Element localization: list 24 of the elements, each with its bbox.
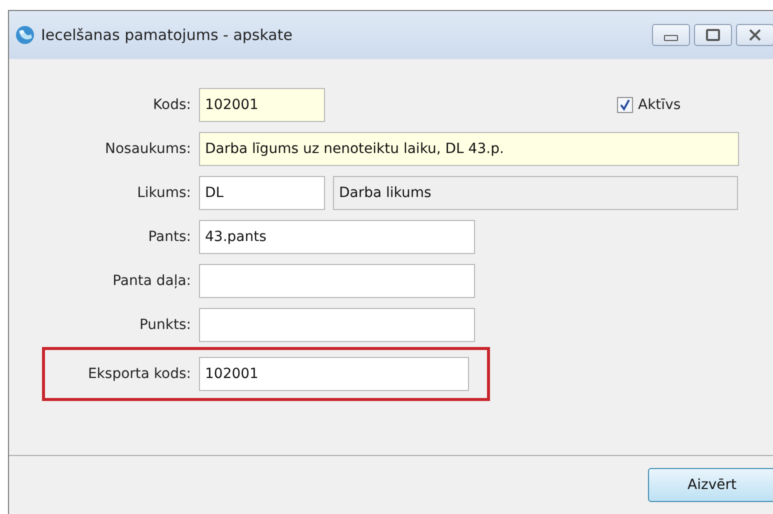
input-field[interactable]: Darba likums — [333, 176, 738, 210]
checkbox[interactable] — [617, 97, 633, 113]
field-label: Nosaukums: — [104, 141, 191, 157]
maximize-button[interactable] — [694, 24, 732, 46]
close-icon — [748, 29, 762, 41]
field-label: Likums: — [136, 185, 191, 201]
input-field[interactable] — [199, 308, 475, 342]
close-button[interactable] — [736, 24, 773, 46]
input-field[interactable]: 102001 — [199, 357, 469, 391]
field-label: Pants: — [147, 229, 191, 245]
input-field[interactable]: Darba līgums uz nenoteiktu laiku, DL 43.p. — [199, 132, 739, 166]
minimize-button[interactable] — [652, 24, 690, 46]
field-label: Kods: — [152, 97, 191, 113]
input-field[interactable]: DL — [199, 176, 325, 210]
field-label: Eksporta kods: — [86, 366, 191, 382]
active-checkbox[interactable]: Aktīvs — [617, 97, 681, 113]
input-field[interactable] — [199, 264, 475, 298]
input-field[interactable]: 102001 — [199, 88, 325, 122]
input-field[interactable]: 43.pants — [199, 220, 475, 254]
globe-icon — [15, 25, 35, 45]
field-label: Panta daļa: — [112, 273, 191, 289]
close-dialog-button[interactable]: Aizvērt — [648, 468, 773, 502]
window-title: Iecelšanas pamatojums - apskate — [41, 26, 294, 44]
field-label: Punkts: — [138, 317, 191, 333]
